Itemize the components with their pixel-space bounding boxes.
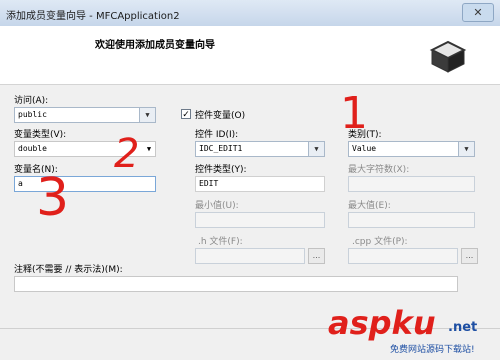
access-value: public	[18, 110, 47, 119]
max-value-input[interactable]	[348, 212, 475, 228]
access-select[interactable]: public ▼	[14, 107, 156, 123]
chevron-down-icon: ▼	[308, 142, 324, 156]
comment-input[interactable]	[14, 276, 458, 292]
close-icon: ✕	[473, 6, 483, 19]
title-bar: 添加成员变量向导 - MFCApplication2 ✕	[0, 0, 500, 27]
h-file-input[interactable]	[195, 248, 305, 264]
control-id-label: 控件 ID(I):	[195, 130, 239, 140]
watermark: aspku .net 免费网站源码下载站!	[328, 306, 498, 358]
max-value-label: 最大值(E):	[348, 201, 391, 211]
control-id-select[interactable]: IDC_EDIT1 ▼	[195, 141, 325, 157]
control-type-value: EDIT	[199, 179, 219, 188]
wizard-header: 欢迎使用添加成员变量向导	[0, 26, 500, 85]
annotation-number-2: 2	[114, 131, 140, 177]
control-type-field: EDIT	[195, 176, 325, 192]
watermark-tld: .net	[448, 320, 478, 335]
annotation-number-1: 1	[340, 88, 368, 139]
close-button[interactable]: ✕	[462, 3, 494, 22]
control-var-label: 控件变量(O)	[195, 111, 246, 121]
control-id-value: IDC_EDIT1	[199, 144, 243, 153]
chevron-down-icon: ▼	[146, 145, 152, 153]
watermark-tagline: 免费网站源码下载站!	[390, 345, 475, 355]
wizard-cube-icon	[429, 40, 467, 73]
chevron-down-icon: ▼	[458, 142, 474, 156]
page-title: 欢迎使用添加成员变量向导	[95, 40, 215, 51]
chevron-down-icon: ▼	[139, 108, 155, 122]
checkmark-icon: ✓	[182, 110, 190, 120]
h-file-browse-button[interactable]: ...	[308, 248, 325, 264]
category-value: Value	[352, 144, 377, 153]
var-name-value: a	[18, 179, 23, 188]
window-title: 添加成员变量向导 - MFCApplication2	[6, 11, 180, 22]
control-var-checkbox[interactable]: ✓	[181, 109, 191, 120]
min-value-label: 最小值(U):	[195, 201, 239, 211]
h-file-label: .h 文件(F):	[198, 237, 243, 247]
annotation-number-3: 3	[36, 168, 70, 228]
cpp-file-browse-button[interactable]: ...	[461, 248, 478, 264]
max-chars-input[interactable]	[348, 176, 475, 192]
control-type-label: 控件类型(Y):	[195, 165, 247, 175]
var-type-label: 变量类型(V):	[14, 130, 67, 140]
access-label: 访问(A):	[14, 96, 49, 106]
category-select[interactable]: Value ▼	[348, 141, 475, 157]
cpp-file-input[interactable]	[348, 248, 458, 264]
max-chars-label: 最大字符数(X):	[348, 165, 410, 175]
comment-label: 注释(不需要 // 表示法)(M):	[14, 265, 123, 275]
min-value-input[interactable]	[195, 212, 325, 228]
cpp-file-label: .cpp 文件(P):	[352, 237, 408, 247]
watermark-brand: aspku	[328, 304, 436, 342]
